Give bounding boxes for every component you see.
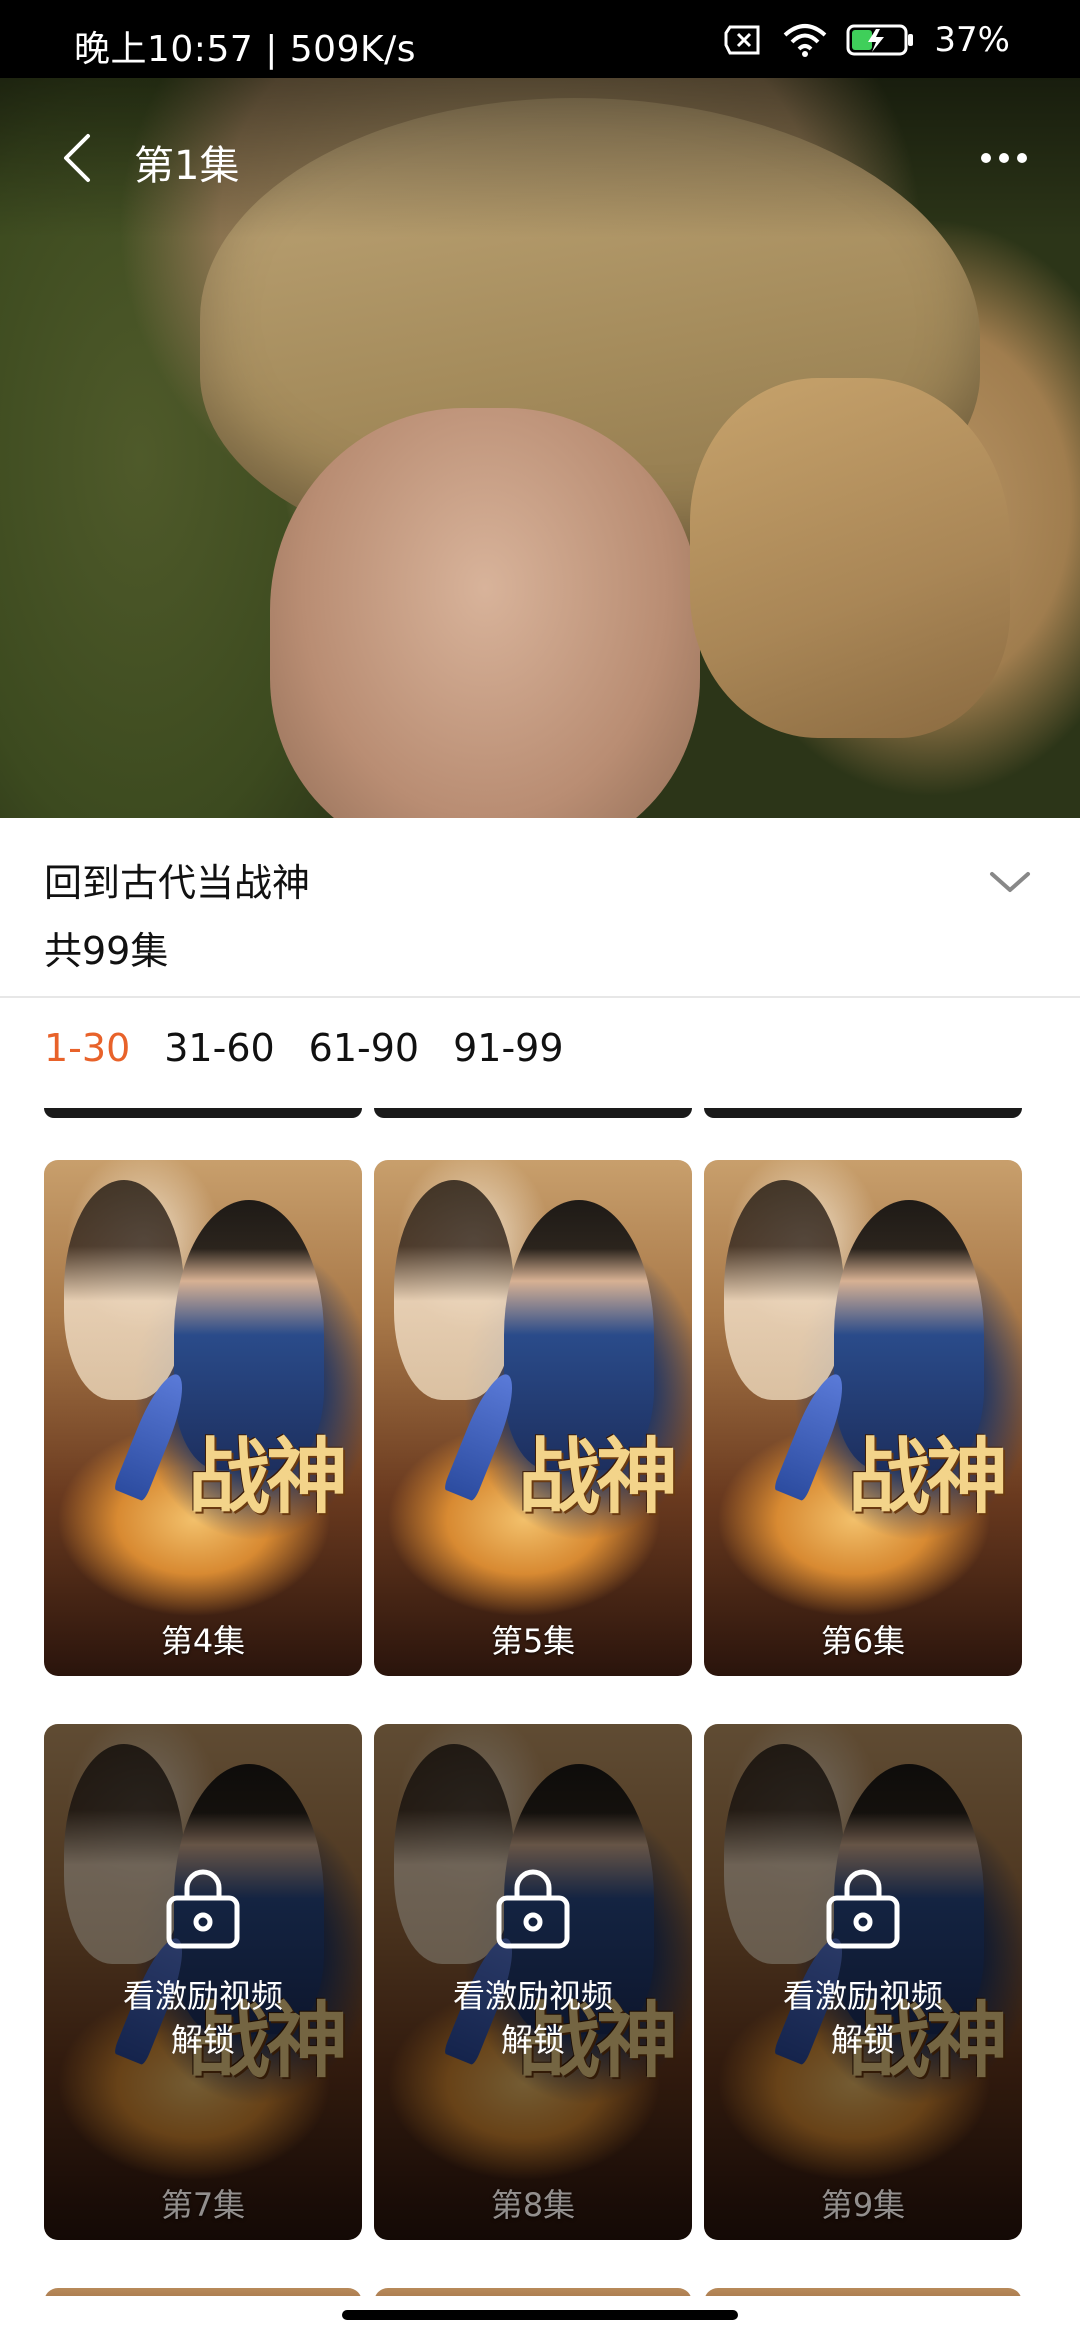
episode-label: 第6集 <box>820 1622 906 1660</box>
episode-card-7[interactable]: 战神 看激励视频 解锁 第7集 <box>44 1724 362 2240</box>
sim-off-icon <box>724 25 764 55</box>
episode-card-peek <box>374 1108 692 1118</box>
episode-label: 第4集 <box>160 1622 246 1660</box>
unlock-prompt[interactable]: 看激励视频 解锁 <box>374 1864 692 2062</box>
poster-figure <box>394 1180 514 1400</box>
range-tabs: 1-30 31-60 61-90 91-99 <box>44 1026 564 1070</box>
unlock-text: 解锁 <box>830 2021 895 2059</box>
video-frame-glove <box>690 378 1010 738</box>
episode-card-5[interactable]: 战神 第5集 <box>374 1160 692 1676</box>
wifi-icon <box>782 23 828 57</box>
battery-charging-icon <box>846 23 916 57</box>
status-bar: 晚上10:57 | 509K/s 37% <box>0 0 1080 78</box>
status-icons: 37% <box>724 20 1010 60</box>
lock-icon <box>166 1869 240 1949</box>
unlock-text: 看激励视频 <box>782 1977 943 2015</box>
episode-card-8[interactable]: 战神 看激励视频 解锁 第8集 <box>374 1724 692 2240</box>
poster-logo: 战神 <box>187 1429 348 1525</box>
range-tab-1-30[interactable]: 1-30 <box>44 1026 130 1070</box>
home-indicator[interactable] <box>342 2310 738 2320</box>
range-tab-91-99[interactable]: 91-99 <box>453 1026 563 1070</box>
status-time-speed: 晚上10:57 | 509K/s <box>74 29 416 70</box>
drama-title: 回到古代当战神 <box>44 861 311 905</box>
poster-figure <box>64 1180 184 1400</box>
episode-card-6[interactable]: 战神 第6集 <box>704 1160 1022 1676</box>
more-button[interactable] <box>976 138 1032 178</box>
episode-label: 第7集 <box>160 2186 246 2224</box>
episode-count: 共99集 <box>44 929 169 973</box>
player-top-bar: 第1集 <box>0 78 1080 238</box>
unlock-prompt[interactable]: 看激励视频 解锁 <box>44 1864 362 2062</box>
back-button[interactable] <box>52 130 108 186</box>
unlock-text: 看激励视频 <box>122 1977 283 2015</box>
episode-label: 第9集 <box>820 2186 906 2224</box>
lock-icon <box>826 1869 900 1949</box>
range-tab-31-60[interactable]: 31-60 <box>164 1026 274 1070</box>
poster-logo: 战神 <box>517 1429 678 1525</box>
episode-card-peek <box>44 1108 362 1118</box>
poster-logo: 战神 <box>847 1429 1008 1525</box>
episode-title: 第1集 <box>134 143 240 189</box>
chevron-down-icon <box>990 872 1030 892</box>
video-frame-face <box>270 408 700 818</box>
divider <box>0 996 1080 998</box>
episode-card-9[interactable]: 战神 看激励视频 解锁 第9集 <box>704 1724 1022 2240</box>
battery-percent: 37% <box>934 20 1010 60</box>
unlock-prompt[interactable]: 看激励视频 解锁 <box>704 1864 1022 2062</box>
previous-row-peek <box>44 1108 1044 1122</box>
unlock-text: 解锁 <box>170 2021 235 2059</box>
chevron-left-icon <box>64 134 90 182</box>
episode-card-peek <box>704 1108 1022 1118</box>
collapse-button[interactable] <box>986 858 1034 906</box>
unlock-text: 看激励视频 <box>452 1977 613 2015</box>
poster-figure <box>724 1180 844 1400</box>
episode-card-4[interactable]: 战神 第4集 <box>44 1160 362 1676</box>
lock-icon <box>496 1869 570 1949</box>
episode-panel: 回到古代当战神 共99集 1-30 31-60 61-90 91-99 战神 第… <box>0 818 1080 2340</box>
more-horizontal-icon <box>981 153 1027 163</box>
episode-label: 第8集 <box>490 2186 576 2224</box>
range-tab-61-90[interactable]: 61-90 <box>309 1026 419 1070</box>
episode-label: 第5集 <box>490 1622 576 1660</box>
unlock-text: 解锁 <box>500 2021 565 2059</box>
